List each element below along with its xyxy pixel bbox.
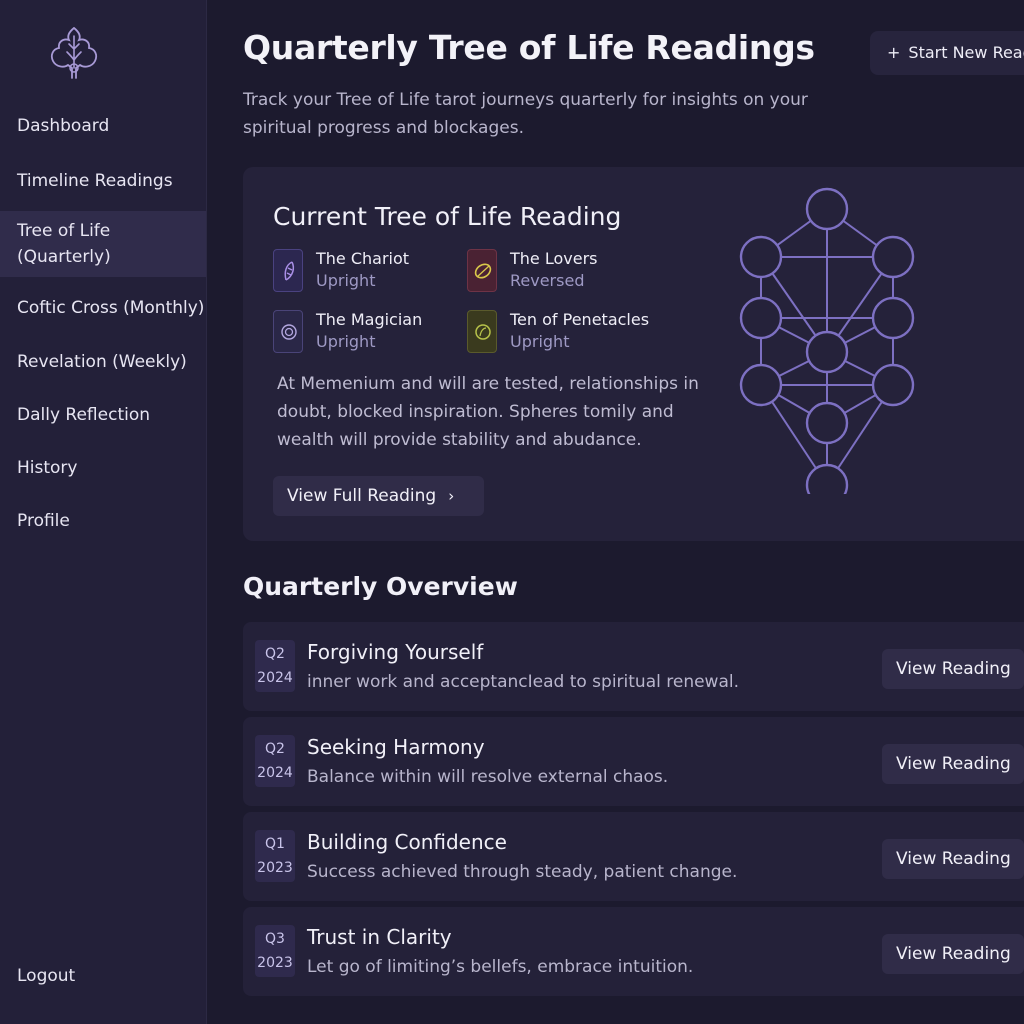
reading-description: Success achieved through steady, patient… [307, 862, 738, 882]
tree-of-life-logo-icon[interactable] [45, 24, 103, 82]
plus-icon: + [887, 43, 901, 62]
view-reading-button[interactable]: View Reading [882, 649, 1024, 689]
year-label: 2023 [257, 955, 293, 971]
year-label: 2023 [257, 860, 293, 876]
tarot-card-orientation: Reversed [510, 271, 585, 290]
year-label: 2024 [257, 670, 293, 686]
quarter-badge: Q3 2023 [255, 925, 295, 977]
feather-icon [273, 249, 303, 292]
reading-title: Trust in Clarity [307, 925, 452, 949]
list-item[interactable]: Q2 2024 Seeking Harmony Balance within w… [243, 717, 1024, 806]
reading-description: inner work and acceptancIead to spiritua… [307, 672, 739, 692]
tarot-card-name: The Lovers [510, 249, 598, 268]
page-title: Quarterly Tree of Life Readings [243, 28, 815, 67]
reading-description: Balance within will resolve external cha… [307, 767, 669, 787]
sidebar-item-coftic-cross[interactable]: Coftic Cross (Monthly) [0, 295, 206, 321]
sidebar-item-dashboard[interactable]: Dashboard [0, 113, 206, 139]
quarter-badge: Q2 2024 [255, 735, 295, 787]
reading-title: Forgiving Yourself [307, 640, 484, 664]
sidebar-item-history[interactable]: History [0, 455, 206, 481]
sidebar-item-daily-reflection[interactable]: Dally Reflection [0, 402, 206, 428]
quarter-label: Q2 [265, 741, 285, 757]
year-label: 2024 [257, 765, 293, 781]
sidebar-item-timeline-readings[interactable]: Timeline Readings [0, 168, 206, 194]
sidebar-item-profile[interactable]: Profile [0, 508, 206, 534]
tarot-card-orientation: Upright [316, 271, 376, 290]
reading-title: Building Confidence [307, 830, 507, 854]
sidebar-item-label: Tree of Life (Quarterly) [17, 221, 111, 267]
reading-title: Seeking Harmony [307, 735, 485, 759]
tarot-card-ten-of-pentacles[interactable]: Ten of Penetacles Upright [467, 310, 657, 360]
reading-summary: At Memenium and will are tested, relatio… [277, 374, 699, 450]
reading-description: Let go of limiting’s bellefs, embrace in… [307, 957, 694, 977]
quarter-badge: Q2 2024 [255, 640, 295, 692]
chevron-right-icon: › [448, 487, 455, 505]
tarot-card-name: The Magician [316, 310, 423, 329]
quarter-label: Q2 [265, 646, 285, 662]
start-new-reading-label: Start New Reading [908, 43, 1024, 62]
view-reading-button[interactable]: View Reading [882, 934, 1024, 974]
quarter-badge: Q1 2023 [255, 830, 295, 882]
quarter-label: Q3 [265, 931, 285, 947]
view-reading-button[interactable]: View Reading [882, 744, 1024, 784]
start-new-reading-button[interactable]: + Start New Reading [870, 31, 1024, 75]
main-content: Quarterly Tree of Life Readings + Start N… [206, 0, 1024, 1024]
tarot-card-name: Ten of Penetacles [510, 310, 650, 329]
sidebar-item-revelation[interactable]: Revelation (Weekly) [0, 349, 206, 375]
list-item[interactable]: Q2 2024 Forgiving Yourself inner work an… [243, 622, 1024, 711]
logout-link[interactable]: Logout [17, 966, 75, 986]
quarter-label: Q1 [265, 836, 285, 852]
page-subtitle: Track your Tree of Life tarot journeys q… [243, 90, 808, 138]
sidebar-item-tree-of-life[interactable]: Tree of Life (Quarterly) [0, 211, 206, 277]
list-item[interactable]: Q1 2023 Building Confidence Success achi… [243, 812, 1024, 901]
quarterly-overview-title: Quarterly Overview [243, 572, 518, 601]
spiral-icon [273, 310, 303, 353]
tarot-card-chariot[interactable]: The Chariot Upright [273, 249, 463, 299]
view-full-reading-label: View Full Reading [287, 486, 437, 506]
view-full-reading-button[interactable]: View Full Reading › [273, 476, 484, 516]
sephirot-tree-diagram [739, 187, 915, 494]
tarot-card-lovers[interactable]: The Lovers Reversed [467, 249, 657, 299]
coin-icon [467, 310, 497, 353]
list-item[interactable]: Q3 2023 Trust in Clarity Let go of limit… [243, 907, 1024, 996]
tarot-card-orientation: Upright [316, 332, 376, 351]
sidebar: Dashboard Timeline Readings Tree of Life… [0, 0, 207, 1024]
tarot-card-magician[interactable]: The Magician Upright [273, 310, 463, 360]
current-reading-card: Current Tree of Life Reading The Chariot… [243, 167, 1024, 541]
leaf-icon [467, 249, 497, 292]
tarot-card-name: The Chariot [316, 249, 410, 268]
view-reading-button[interactable]: View Reading [882, 839, 1024, 879]
tarot-card-orientation: Upright [510, 332, 570, 351]
current-reading-title: Current Tree of Life Reading [273, 202, 622, 231]
